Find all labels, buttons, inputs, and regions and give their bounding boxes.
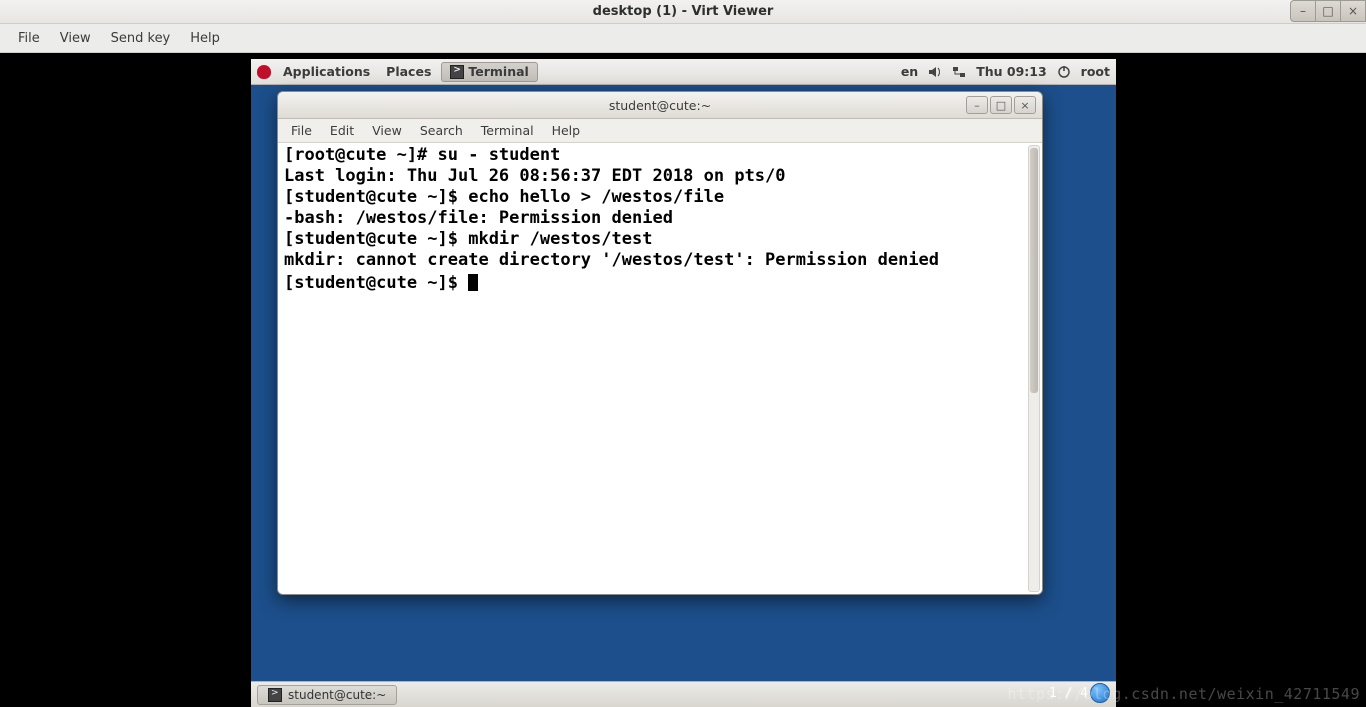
gnome-top-panel: Applications Places Terminal en Thu 09:1…	[251, 59, 1116, 85]
panel-clock[interactable]: Thu 09:13	[976, 64, 1046, 79]
host-menu-sendkey[interactable]: Send key	[101, 27, 181, 50]
page-indicator: 1 / 4	[1049, 686, 1088, 701]
host-minimize-button[interactable]: –	[1290, 0, 1316, 22]
terminal-body[interactable]: [root@cute ~]# su - student Last login: …	[278, 143, 1042, 594]
host-titlebar: desktop (1) - Virt Viewer – □ ×	[0, 0, 1366, 24]
host-menu-view[interactable]: View	[50, 27, 101, 50]
terminal-cursor	[468, 274, 478, 291]
vm-canvas: Applications Places Terminal en Thu 09:1…	[0, 53, 1366, 707]
terminal-close-button[interactable]: ×	[1014, 96, 1036, 114]
terminal-menu-file[interactable]: File	[282, 120, 321, 141]
panel-applications[interactable]: Applications	[277, 62, 376, 81]
host-title: desktop (1) - Virt Viewer	[593, 4, 774, 19]
terminal-menu-terminal[interactable]: Terminal	[472, 120, 543, 141]
terminal-menubar: File Edit View Search Terminal Help	[278, 119, 1042, 143]
terminal-window[interactable]: student@cute:~ – □ × File Edit View Sear…	[277, 91, 1043, 595]
guest-desktop: Applications Places Terminal en Thu 09:1…	[251, 59, 1116, 707]
terminal-icon	[268, 688, 282, 702]
terminal-titlebar[interactable]: student@cute:~ – □ ×	[278, 92, 1042, 119]
terminal-maximize-button[interactable]: □	[990, 96, 1012, 114]
terminal-title: student@cute:~	[609, 98, 711, 113]
panel-user[interactable]: root	[1081, 64, 1110, 79]
network-icon[interactable]	[952, 65, 966, 79]
host-close-button[interactable]: ×	[1340, 0, 1366, 22]
panel-active-app[interactable]: Terminal	[441, 62, 537, 82]
taskbar-terminal[interactable]: student@cute:~	[257, 685, 397, 705]
host-menu-help[interactable]: Help	[180, 27, 230, 50]
host-window-controls: – □ ×	[1291, 0, 1366, 22]
terminal-icon	[450, 65, 464, 79]
terminal-menu-edit[interactable]: Edit	[321, 120, 363, 141]
panel-places[interactable]: Places	[380, 62, 437, 81]
terminal-menu-search[interactable]: Search	[411, 120, 472, 141]
terminal-scrollbar[interactable]	[1028, 145, 1040, 592]
host-menu-file[interactable]: File	[8, 27, 50, 50]
taskbar-terminal-label: student@cute:~	[288, 688, 386, 702]
info-icon	[1090, 683, 1110, 703]
terminal-window-controls: – □ ×	[966, 96, 1036, 114]
panel-lang[interactable]: en	[901, 64, 918, 79]
panel-active-app-label: Terminal	[468, 64, 528, 79]
distro-icon	[257, 65, 271, 79]
host-maximize-button[interactable]: □	[1315, 0, 1341, 22]
host-menubar: File View Send key Help	[0, 24, 1366, 53]
terminal-menu-help[interactable]: Help	[543, 120, 590, 141]
terminal-scrollbar-thumb[interactable]	[1030, 148, 1038, 393]
terminal-menu-view[interactable]: View	[363, 120, 411, 141]
sound-icon[interactable]	[928, 65, 942, 79]
gnome-bottom-panel: student@cute:~	[251, 681, 1116, 707]
terminal-output[interactable]: [root@cute ~]# su - student Last login: …	[284, 145, 1036, 294]
power-icon[interactable]	[1057, 65, 1071, 79]
terminal-minimize-button[interactable]: –	[966, 96, 988, 114]
